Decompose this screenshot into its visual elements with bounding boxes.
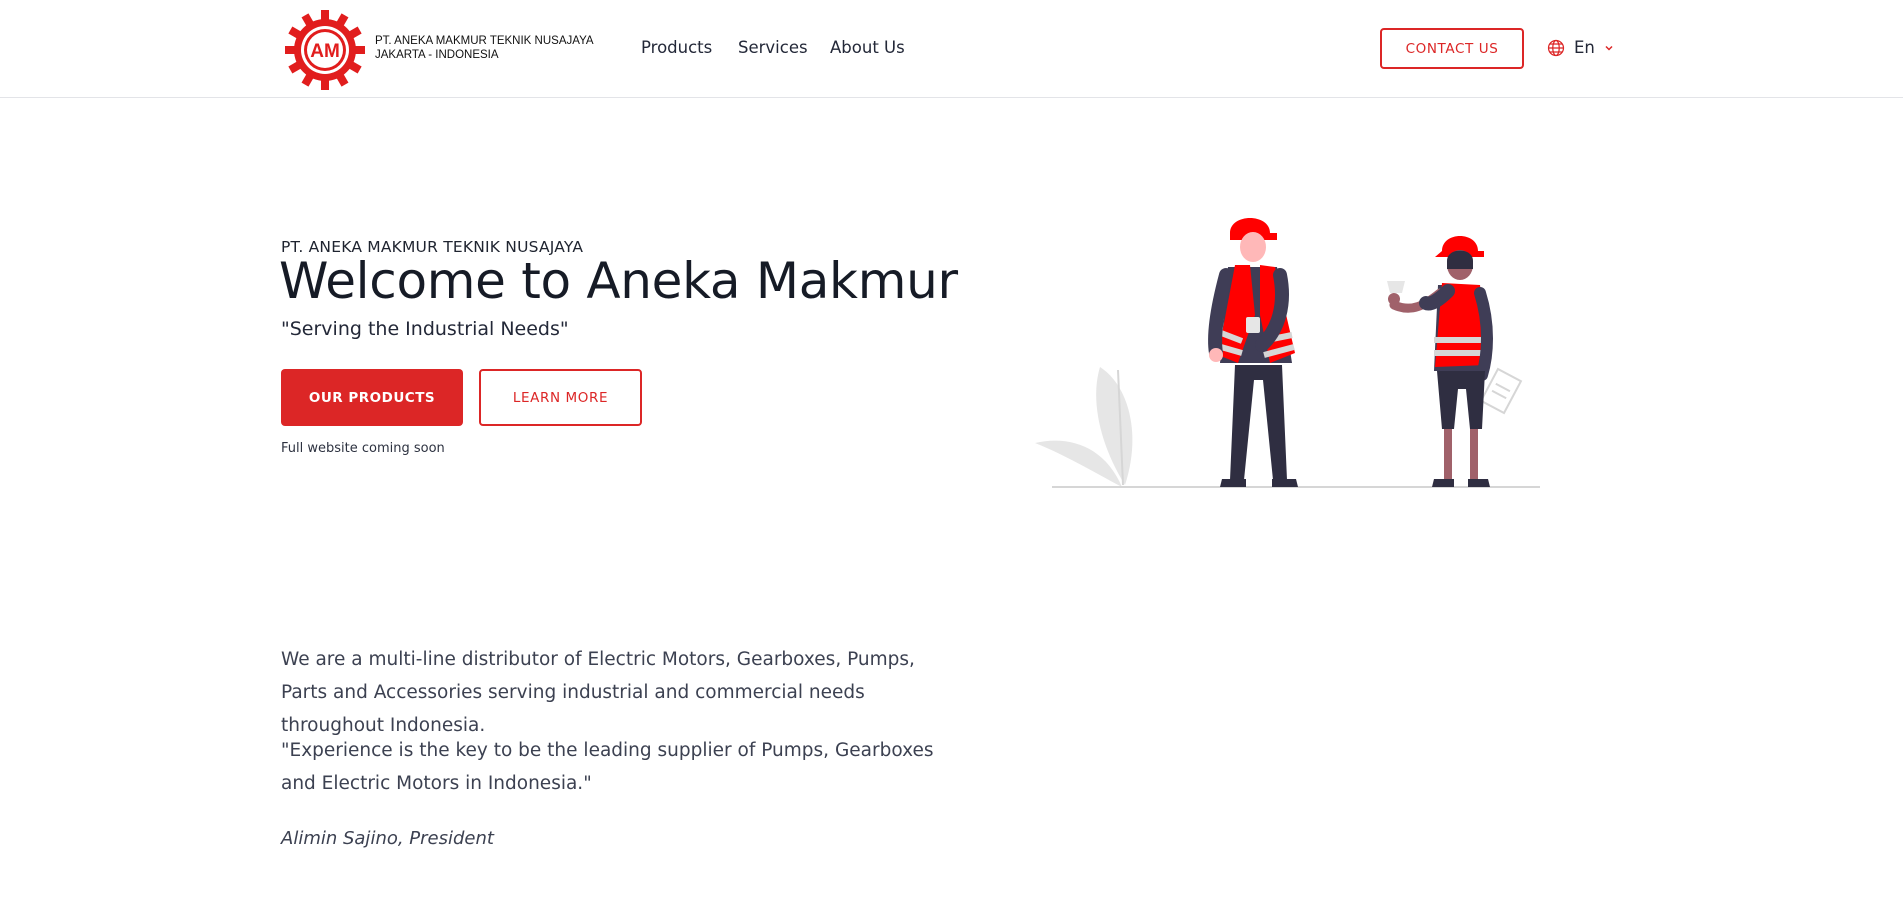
svg-text:AM: AM <box>310 41 340 62</box>
nav-products-link[interactable]: Products <box>641 38 712 57</box>
plant-decoration <box>1035 367 1133 487</box>
site-header: AM PT. ANEKA MAKMUR TEKNIK NUSAJAYA JAKA… <box>0 0 1903 98</box>
page-title: Welcome to Aneka Makmur <box>279 252 958 310</box>
coming-soon-note: Full website coming soon <box>281 441 445 456</box>
quote-signature: Alimin Sajino, President <box>281 828 494 849</box>
worker-2 <box>1387 236 1523 487</box>
company-description: We are a multi-line distributor of Elect… <box>281 649 915 736</box>
language-selector[interactable]: En <box>1547 38 1614 57</box>
company-logo-icon[interactable]: AM <box>285 10 365 90</box>
chevron-down-icon <box>1605 45 1613 51</box>
nav-services-link[interactable]: Services <box>738 38 808 57</box>
company-location: JAKARTA - INDONESIA <box>375 49 499 61</box>
contact-us-button[interactable]: CONTACT US <box>1380 28 1524 69</box>
our-products-button[interactable]: OUR PRODUCTS <box>281 369 463 426</box>
hero-tagline: "Serving the Industrial Needs" <box>281 318 569 340</box>
company-quote: "Experience is the key to be the leading… <box>281 740 934 794</box>
learn-more-button[interactable]: LEARN MORE <box>479 369 642 426</box>
company-brand[interactable]: PT. ANEKA MAKMUR TEKNIK NUSAJAYA JAKARTA… <box>375 34 594 62</box>
language-label: En <box>1574 38 1595 57</box>
workers-illustration <box>1035 218 1540 488</box>
worker-1 <box>1208 218 1298 487</box>
nav-about-link[interactable]: About Us <box>830 38 905 57</box>
globe-icon <box>1547 39 1565 56</box>
company-name: PT. ANEKA MAKMUR TEKNIK NUSAJAYA <box>375 35 594 47</box>
